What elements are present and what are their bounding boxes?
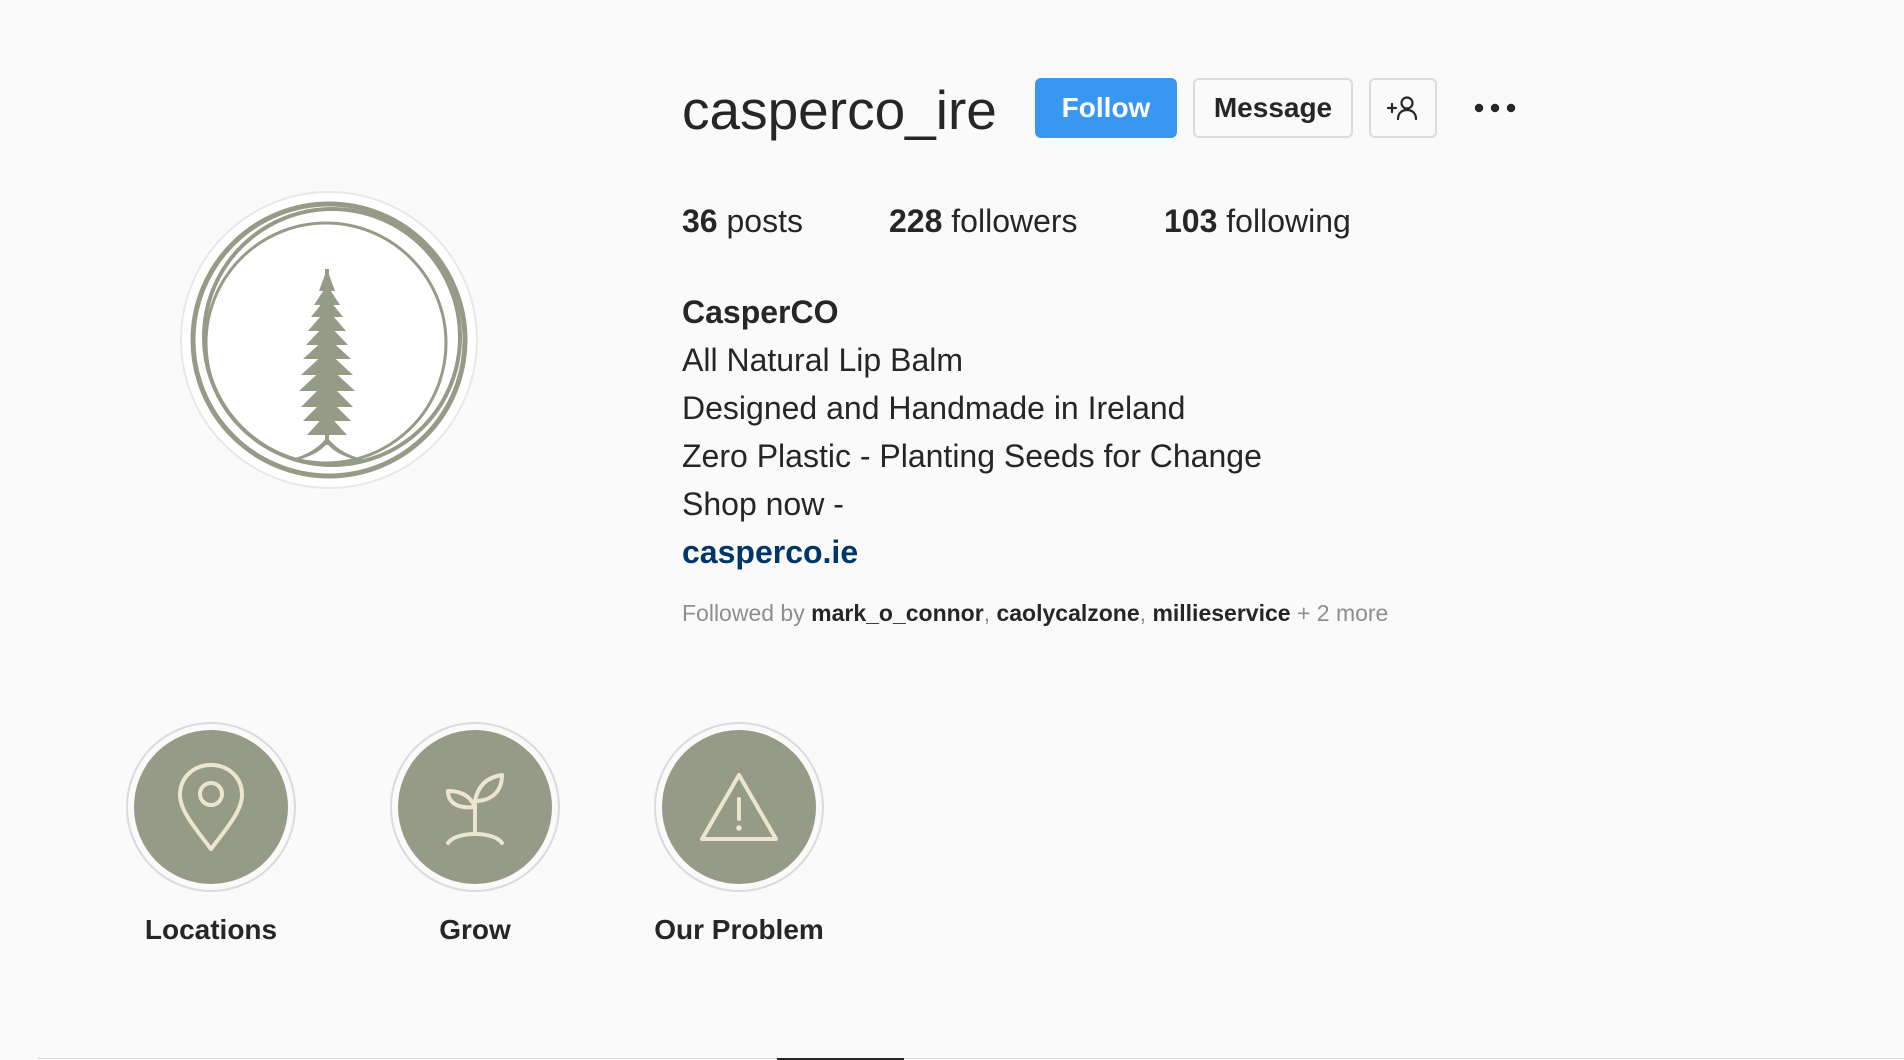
posts-count: 36 posts: [682, 202, 803, 240]
followed-by-prefix: Followed by: [682, 600, 805, 626]
more-options-icon: [1474, 103, 1516, 113]
following-count-label: following: [1226, 203, 1351, 239]
followers-count-value: 228: [889, 203, 943, 239]
highlight-locations[interactable]: Locations: [126, 722, 296, 945]
posts-count-value: 36: [682, 203, 718, 239]
followed-by-user[interactable]: millieservice: [1152, 600, 1290, 626]
following-count-value: 103: [1164, 203, 1218, 239]
tab-divider: [38, 1058, 1904, 1059]
followed-by-user[interactable]: mark_o_connor: [811, 600, 984, 626]
sprout-icon: [446, 773, 504, 845]
suggested-accounts-button[interactable]: [1369, 78, 1437, 138]
add-person-icon: [1386, 96, 1418, 121]
separator: ,: [983, 600, 997, 626]
followed-by-more[interactable]: + 2 more: [1297, 600, 1388, 626]
pine-tree-logo: [190, 201, 468, 479]
bio-line: All Natural Lip Balm: [682, 342, 963, 378]
highlight-ring: [654, 722, 824, 892]
highlight-cover: [398, 730, 552, 884]
more-options-button[interactable]: [1466, 86, 1524, 130]
highlight-label: Locations: [144, 914, 278, 945]
following-link[interactable]: 103 following: [1164, 202, 1351, 240]
message-button[interactable]: Message: [1193, 78, 1353, 138]
separator: ,: [1139, 600, 1153, 626]
followed-by-user[interactable]: caolycalzone: [996, 600, 1139, 626]
bio-line: Designed and Handmade in Ireland: [682, 390, 1186, 426]
profile-bio: CasperCO All Natural Lip Balm Designed a…: [682, 288, 1262, 576]
highlight-our-problem[interactable]: Our Problem: [654, 722, 824, 945]
highlight-ring: [390, 722, 560, 892]
highlight-ring: [126, 722, 296, 892]
posts-count-label: posts: [726, 203, 803, 239]
followers-count-label: followers: [951, 203, 1078, 239]
bio-line: Shop now -: [682, 486, 844, 522]
follow-button[interactable]: Follow: [1035, 78, 1177, 138]
highlight-label: Grow: [439, 914, 511, 945]
highlight-cover: [662, 730, 816, 884]
followers-link[interactable]: 228 followers: [889, 202, 1078, 240]
warning-triangle-icon: [700, 773, 778, 841]
highlight-cover: [134, 730, 288, 884]
bio-website-link[interactable]: casperco.ie: [682, 534, 858, 570]
profile-avatar[interactable]: [180, 191, 478, 489]
bio-full-name: CasperCO: [682, 294, 839, 330]
highlight-grow[interactable]: Grow: [390, 722, 560, 945]
followed-by: Followed by mark_o_connor, caolycalzone,…: [682, 598, 1388, 628]
highlight-label: Our Problem: [654, 914, 824, 945]
location-pin-icon: [178, 763, 244, 851]
bio-line: Zero Plastic - Planting Seeds for Change: [682, 438, 1262, 474]
profile-username: casperco_ire: [682, 79, 997, 141]
